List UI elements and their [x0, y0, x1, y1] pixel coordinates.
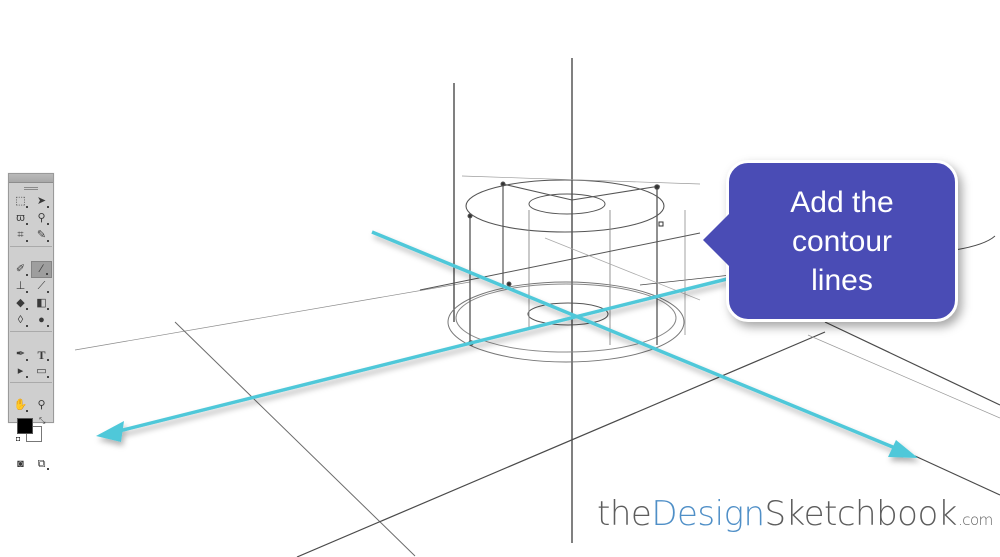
clone-stamp-tool-icon[interactable]: ⊥ — [10, 278, 31, 295]
grid-line — [807, 334, 1000, 419]
healing-brush-tool-icon[interactable]: ✐ — [10, 261, 31, 278]
swap-colors-icon[interactable]: ⤡ — [39, 416, 45, 426]
brush-tool-icon[interactable]: ∕ — [31, 261, 52, 278]
quick-mask-mode-icon[interactable]: ◙ — [10, 456, 31, 472]
tools-divider — [10, 382, 52, 383]
watermark: theDesignSketchbook.com — [597, 494, 993, 534]
marquee-tool-icon[interactable]: ⬚ — [10, 193, 31, 210]
bottom-ellipse — [447, 281, 685, 363]
quick-selection-tool-icon[interactable]: ⚲ — [31, 210, 52, 227]
history-brush-tool-icon[interactable]: ⟋ — [31, 278, 52, 295]
tools-bottom-row: ◙ ⧉ — [9, 456, 53, 472]
arrow-right-head — [888, 440, 918, 458]
callout-text: Add the contour lines — [790, 185, 894, 297]
arrow-left-head — [96, 421, 124, 442]
tools-panel-header[interactable] — [9, 174, 53, 183]
color-swatches: ⤡ ◘ — [9, 416, 53, 452]
callout-bubble: Add the contour lines — [726, 160, 958, 322]
crop-tool-icon[interactable]: ⌗ — [10, 227, 31, 244]
tools-grid: ⬚ ➤ ϖ ⚲ ⌗ ✎ ✐ ∕ ⊥ ⟋ ◆ ◧ ◊ ● ✒ T ▸ ▭ ✋ ⚲ — [9, 193, 53, 414]
eyedropper-tool-icon[interactable]: ✎ — [31, 227, 52, 244]
dodge-tool-icon[interactable]: ● — [31, 312, 52, 329]
foreground-color-swatch[interactable] — [17, 418, 33, 434]
grid-line — [74, 281, 471, 351]
watermark-sketchbook: Sketchbook — [764, 494, 958, 534]
pen-tool-icon[interactable]: ✒ — [10, 346, 31, 363]
tools-panel: ⬚ ➤ ϖ ⚲ ⌗ ✎ ✐ ∕ ⊥ ⟋ ◆ ◧ ◊ ● ✒ T ▸ ▭ ✋ ⚲ … — [8, 173, 54, 470]
hand-tool-icon[interactable]: ✋ — [10, 397, 31, 414]
grid-line — [914, 455, 1000, 496]
path-selection-tool-icon[interactable]: ▸ — [10, 363, 31, 380]
lasso-tool-icon[interactable]: ϖ — [10, 210, 31, 227]
gradient-tool-icon[interactable]: ◧ — [31, 295, 52, 312]
type-tool-icon[interactable]: T — [31, 346, 52, 363]
grid-line — [174, 321, 416, 557]
move-tool-icon[interactable]: ➤ — [31, 193, 52, 210]
default-colors-icon[interactable]: ◘ — [16, 436, 20, 443]
grid-line — [824, 321, 1000, 406]
zoom-tool-icon[interactable]: ⚲ — [31, 397, 52, 414]
tools-divider — [10, 331, 52, 332]
callout-tail — [703, 214, 729, 266]
grid-line — [954, 235, 996, 251]
top-ellipse — [465, 179, 665, 233]
tools-divider — [10, 246, 52, 247]
screen-mode-icon[interactable]: ⧉ — [31, 456, 52, 472]
tools-panel-grip[interactable] — [24, 187, 38, 190]
watermark-com: .com — [957, 511, 993, 529]
eraser-tool-icon[interactable]: ◆ — [10, 295, 31, 312]
rectangle-tool-icon[interactable]: ▭ — [31, 363, 52, 380]
watermark-design: Design — [651, 494, 765, 534]
blur-tool-icon[interactable]: ◊ — [10, 312, 31, 329]
watermark-the: the — [597, 494, 652, 534]
